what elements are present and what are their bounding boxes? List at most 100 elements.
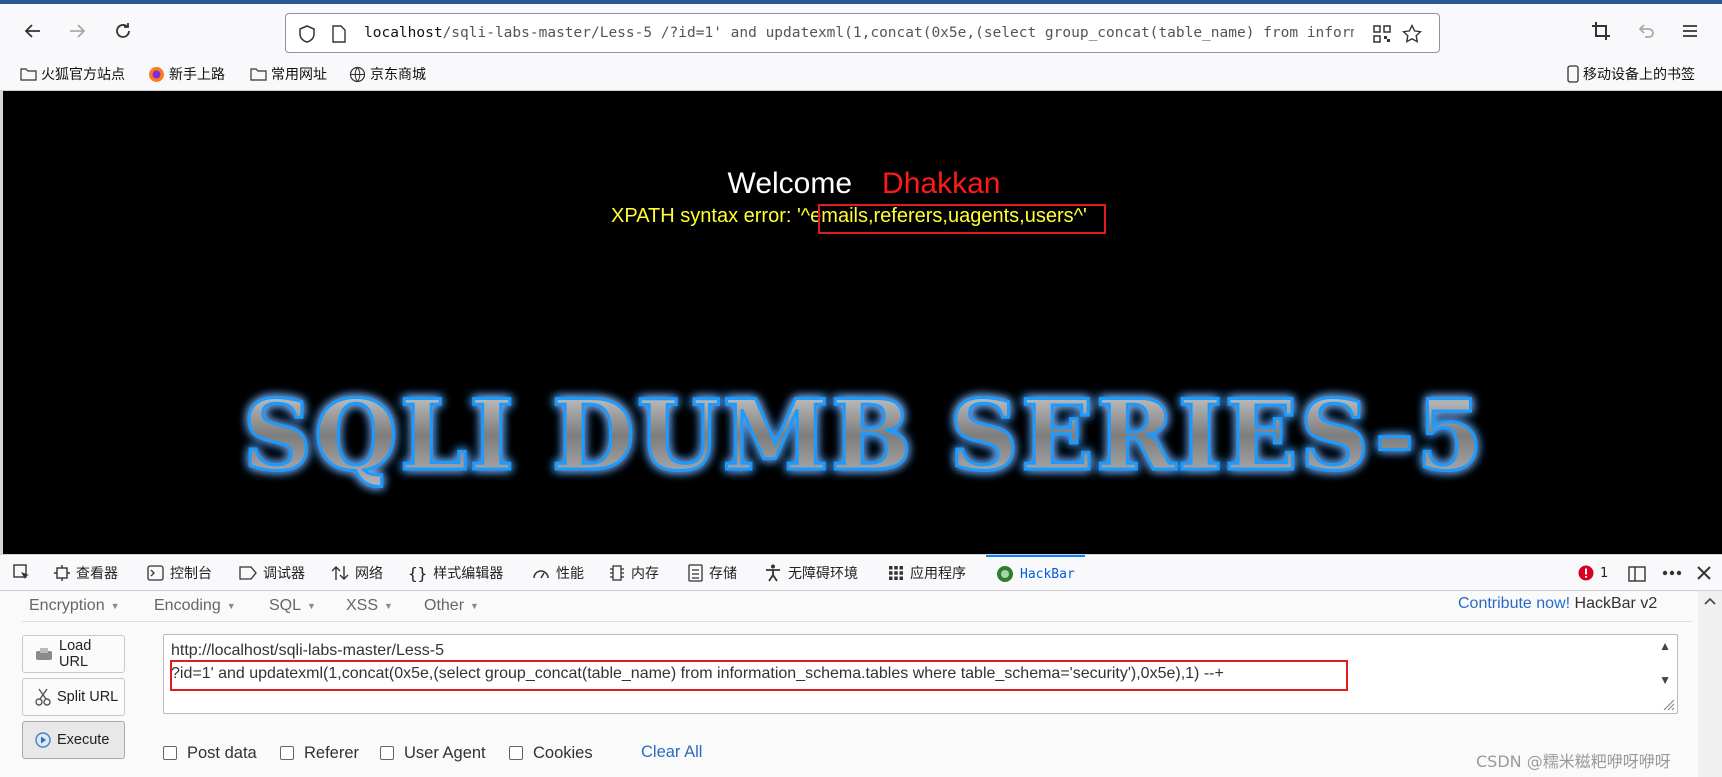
result-highlight-box	[818, 204, 1106, 234]
menu-label: Encoding	[154, 597, 221, 614]
tab-label: 性能	[556, 566, 584, 582]
scroll-up-icon[interactable]	[1704, 597, 1716, 605]
post-data-checkbox[interactable]: Post data	[163, 743, 257, 763]
cookies-checkbox[interactable]: Cookies	[509, 743, 593, 763]
dock-side-icon[interactable]	[1628, 555, 1646, 591]
url-text[interactable]: localhost/sqli-labs-master/Less-5 /?id=1…	[364, 25, 1354, 41]
caret-down-icon: ▼	[384, 601, 393, 611]
reload-icon[interactable]	[107, 15, 139, 47]
checkbox-label: Referer	[304, 743, 360, 762]
checkbox-label: Post data	[187, 743, 257, 762]
tab-label: HackBar	[1020, 566, 1075, 582]
panel-scrollbar[interactable]	[1698, 591, 1722, 777]
menu-label: SQL	[269, 597, 302, 614]
network-icon	[331, 565, 349, 581]
csdn-watermark: CSDN @糯米糍粑咿呀咿呀	[1476, 752, 1671, 771]
tab-network[interactable]: 网络	[331, 555, 383, 591]
menu-encoding[interactable]: Encoding ▼	[154, 593, 236, 619]
tab-label: 应用程序	[910, 566, 966, 582]
tab-storage[interactable]: 存储	[688, 555, 737, 591]
button-label: Split URL	[57, 689, 119, 705]
qr-code-icon[interactable]	[1371, 23, 1393, 45]
menu-encryption[interactable]: Encryption ▼	[29, 593, 120, 619]
back-icon[interactable]	[17, 15, 49, 47]
url-textarea[interactable]: http://localhost/sqli-labs-master/Less-5…	[163, 634, 1678, 714]
split-url-button[interactable]: Split URL	[22, 678, 125, 716]
menu-sql[interactable]: SQL ▼	[269, 593, 316, 619]
screenshot-crop-icon[interactable]	[1585, 15, 1617, 47]
menu-xss[interactable]: XSS ▼	[346, 593, 393, 619]
menu-icon[interactable]	[1674, 15, 1706, 47]
tab-performance[interactable]: 性能	[532, 555, 584, 591]
hackbar-version: HackBar v2	[1574, 595, 1658, 612]
menu-divider	[22, 621, 1692, 622]
tab-memory[interactable]: 内存	[609, 555, 659, 591]
tab-application[interactable]: 应用程序	[888, 555, 966, 591]
bookmark-label: 火狐官方站点	[41, 67, 125, 83]
checkbox-label: Cookies	[533, 743, 593, 762]
shield-icon[interactable]	[296, 23, 318, 45]
tab-accessibility[interactable]: 无障碍环境	[764, 555, 858, 591]
menu-label: XSS	[346, 597, 379, 614]
url-path: /sqli-labs-master/Less-5 /?id=1' and upd…	[442, 25, 1354, 41]
bookmark-item[interactable]: 火狐官方站点	[20, 64, 125, 84]
menu-label: Encryption	[29, 597, 105, 614]
tab-console[interactable]: 控制台	[147, 555, 212, 591]
folder-icon	[20, 67, 37, 81]
clear-all-link[interactable]: Clear All	[641, 743, 702, 762]
bookmark-label: 常用网址	[271, 67, 327, 83]
page-icon[interactable]	[328, 23, 350, 45]
load-icon	[35, 647, 53, 661]
bookmark-item[interactable]: 新手上路	[148, 64, 225, 84]
element-picker-icon[interactable]	[12, 555, 32, 591]
checkbox-box[interactable]	[163, 746, 177, 760]
play-icon	[35, 732, 51, 748]
forward-icon[interactable]	[61, 15, 93, 47]
user-agent-checkbox[interactable]: User Agent	[380, 743, 486, 763]
close-devtools-icon[interactable]	[1696, 555, 1712, 591]
tab-debugger[interactable]: 调试器	[239, 555, 305, 591]
load-url-button[interactable]: Load URL	[22, 635, 125, 673]
tab-label: 样式编辑器	[433, 566, 504, 582]
welcome-text: Welcome	[727, 167, 853, 200]
caret-down-icon: ▼	[110, 601, 120, 611]
scroll-down-icon[interactable]: ▼	[1659, 673, 1671, 687]
tab-hackbar[interactable]: HackBar	[986, 555, 1085, 591]
xpath-prefix: XPATH syntax error: '^	[611, 205, 811, 227]
error-count[interactable]: 1	[1578, 555, 1608, 591]
gauge-icon	[532, 565, 550, 581]
hackbar-panel: Encryption ▼ Encoding ▼ SQL ▼ XSS ▼ Other ▼ C…	[0, 591, 1722, 777]
execute-button[interactable]: Execute	[22, 721, 125, 759]
folder-icon	[250, 67, 267, 81]
caret-down-icon: ▼	[470, 601, 479, 611]
address-bar[interactable]: localhost/sqli-labs-master/Less-5 /?id=1…	[285, 13, 1440, 53]
bookmark-item[interactable]: 常用网址	[250, 64, 327, 84]
banner-graphic: SQLI DUMB SERIES-5	[241, 381, 1484, 494]
button-label: Load URL	[59, 638, 92, 670]
referer-checkbox[interactable]: Referer	[280, 743, 359, 763]
checkbox-box[interactable]	[509, 746, 523, 760]
tab-label: 存储	[709, 566, 737, 582]
bookmark-item[interactable]: 京东商城	[349, 64, 426, 84]
checkbox-box[interactable]	[380, 746, 394, 760]
tab-inspector[interactable]: 查看器	[54, 555, 118, 591]
mobile-bookmarks[interactable]: 移动设备上的书签	[1567, 64, 1695, 84]
undo-icon[interactable]	[1630, 15, 1662, 47]
firefox-icon	[148, 66, 165, 83]
user-name: Dhakkan	[882, 167, 1001, 200]
checkbox-box[interactable]	[280, 746, 294, 760]
menu-other[interactable]: Other ▼	[424, 593, 479, 619]
url-line-1: http://localhost/sqli-labs-master/Less-5	[171, 642, 444, 659]
tab-style-editor[interactable]: {} 样式编辑器	[408, 555, 503, 591]
series-banner: SQLI DUMB SERIES-5	[3, 381, 1722, 501]
star-icon[interactable]	[1401, 23, 1423, 45]
caret-down-icon: ▼	[226, 601, 236, 611]
query-highlight-box	[170, 660, 1348, 691]
more-options-icon[interactable]	[1662, 555, 1682, 591]
mobile-device-icon	[1567, 65, 1579, 83]
debugger-icon	[239, 566, 257, 580]
contribute-link[interactable]: Contribute now!	[1458, 595, 1570, 612]
scroll-up-icon[interactable]: ▲	[1659, 639, 1671, 653]
resize-grip-icon[interactable]	[1661, 697, 1675, 711]
tab-label: 内存	[631, 566, 659, 582]
